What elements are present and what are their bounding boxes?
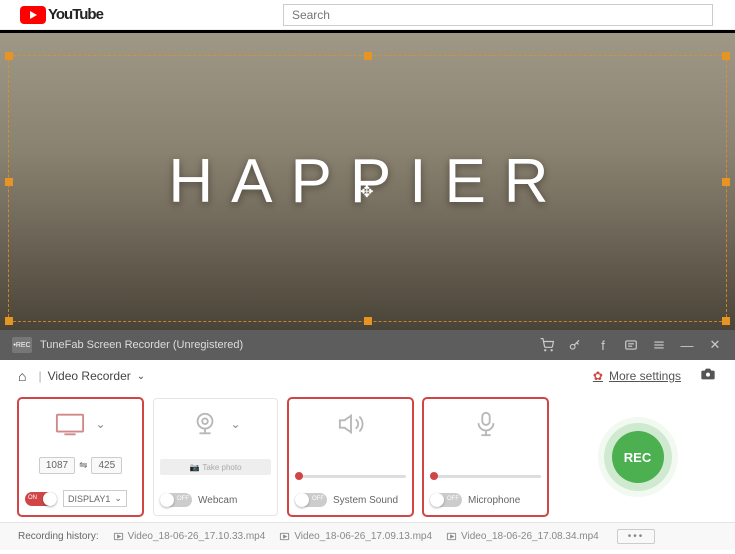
app-titlebar: •REC TuneFab Screen Recorder (Unregister… — [0, 330, 735, 360]
history-more-button[interactable]: ••• — [617, 529, 656, 544]
menu-icon[interactable] — [623, 337, 639, 353]
sound-volume-slider[interactable] — [295, 475, 406, 478]
system-sound-panel: OFF System Sound — [288, 398, 413, 516]
dimensions-row: 1087 ⇋ 425 — [39, 457, 122, 474]
take-photo-button[interactable]: 📷 Take photo — [160, 459, 271, 475]
facebook-icon[interactable]: f — [595, 337, 611, 353]
history-label: Recording history: — [18, 531, 99, 542]
app-title: TuneFab Screen Recorder (Unregistered) — [40, 339, 243, 351]
mic-volume-slider[interactable] — [430, 475, 541, 478]
screen-panel: ⌄ 1087 ⇋ 425 ON DISPLAY1 ⌄ — [18, 398, 143, 516]
video-preview[interactable]: HAPPIER ✥ — [0, 30, 735, 330]
selection-handle[interactable] — [5, 317, 13, 325]
selection-handle[interactable] — [5, 178, 13, 186]
camera-icon[interactable] — [699, 366, 717, 387]
history-item[interactable]: Video_18-06-26_17.08.34.mp4 — [446, 531, 599, 542]
search-input[interactable] — [283, 4, 713, 26]
more-settings-link[interactable]: ✿ More settings — [593, 369, 681, 383]
record-button[interactable]: REC — [612, 431, 664, 483]
width-input[interactable]: 1087 — [39, 457, 75, 474]
minimize-icon[interactable]: — — [679, 337, 695, 353]
record-area: REC — [558, 398, 717, 516]
breadcrumb[interactable]: Video Recorder — [48, 369, 131, 383]
video-file-icon — [279, 531, 290, 542]
link-icon[interactable]: ⇋ — [79, 460, 87, 471]
subheader: ⌂ | Video Recorder ⌄ ✿ More settings — [0, 360, 735, 392]
chevron-down-icon[interactable]: ⌄ — [95, 417, 105, 431]
history-item[interactable]: Video_18-06-26_17.10.33.mp4 — [113, 531, 266, 542]
selection-handle[interactable] — [722, 178, 730, 186]
selection-handle[interactable] — [722, 52, 730, 60]
selection-handle[interactable] — [364, 52, 372, 60]
webcam-icon — [190, 411, 220, 437]
webcam-toggle[interactable]: OFF — [160, 493, 192, 507]
youtube-icon — [20, 6, 46, 24]
screen-icon — [55, 411, 85, 437]
rec-badge-icon: •REC — [12, 337, 32, 353]
camera-icon: 📷 — [189, 463, 199, 472]
cart-icon[interactable] — [539, 337, 555, 353]
speaker-icon — [336, 411, 366, 437]
screen-toggle[interactable]: ON — [25, 492, 57, 506]
microphone-icon — [471, 411, 501, 437]
key-icon[interactable] — [567, 337, 583, 353]
footer: Recording history: Video_18-06-26_17.10.… — [0, 522, 735, 550]
webcam-panel: ⌄ 📷 Take photo OFF Webcam — [153, 398, 278, 516]
history-item[interactable]: Video_18-06-26_17.09.13.mp4 — [279, 531, 432, 542]
chevron-down-icon[interactable]: ⌄ — [137, 371, 145, 382]
microphone-panel: OFF Microphone — [423, 398, 548, 516]
display-select[interactable]: DISPLAY1 ⌄ — [63, 490, 127, 507]
settings-bars-icon[interactable] — [651, 337, 667, 353]
youtube-logo[interactable]: YouTube — [20, 6, 103, 24]
sound-label: System Sound — [333, 495, 398, 506]
mic-toggle[interactable]: OFF — [430, 493, 462, 507]
selection-handle[interactable] — [5, 52, 13, 60]
gear-icon: ✿ — [593, 369, 603, 383]
move-cursor-icon: ✥ — [360, 182, 373, 202]
separator: | — [38, 369, 41, 383]
selection-handle[interactable] — [364, 317, 372, 325]
chevron-down-icon[interactable]: ⌄ — [230, 417, 240, 431]
video-file-icon — [113, 531, 124, 542]
height-input[interactable]: 425 — [91, 457, 122, 474]
chevron-down-icon: ⌄ — [114, 493, 122, 504]
youtube-header: YouTube — [0, 0, 735, 30]
youtube-brand-text: YouTube — [48, 6, 103, 23]
source-panels: ⌄ 1087 ⇋ 425 ON DISPLAY1 ⌄ ⌄ 📷 Take phot… — [0, 392, 735, 522]
webcam-label: Webcam — [198, 495, 237, 506]
home-icon[interactable]: ⌂ — [18, 368, 26, 384]
close-icon[interactable]: ✕ — [707, 337, 723, 353]
video-file-icon — [446, 531, 457, 542]
selection-handle[interactable] — [722, 317, 730, 325]
mic-label: Microphone — [468, 495, 520, 506]
sound-toggle[interactable]: OFF — [295, 493, 327, 507]
